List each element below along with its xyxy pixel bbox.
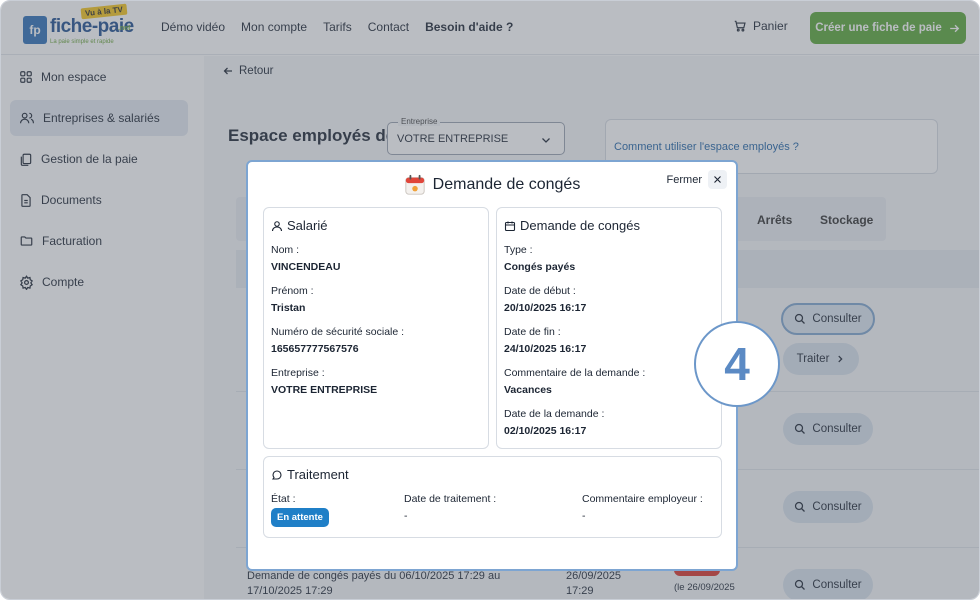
employee-last-name: VINCENDEAU — [271, 261, 341, 273]
field-label: Numéro de sécurité sociale : — [271, 326, 405, 338]
modal-title-text: Demande de congés — [432, 176, 581, 193]
employee-ssn: 165657777567576 — [271, 343, 359, 355]
field-label: Nom : — [271, 244, 300, 256]
request-card: Demande de congés Type : Congés payés Da… — [496, 207, 722, 449]
modal-title: Demande de congés — [248, 174, 736, 196]
request-comment: Vacances — [504, 384, 552, 396]
employee-card: Salarié Nom : VINCENDEAU Prénom : Trista… — [263, 207, 489, 449]
calendar-icon — [405, 174, 425, 195]
field-label: Commentaire de la demande : — [504, 367, 646, 379]
close-icon — [708, 170, 727, 189]
request-end-date: 24/10/2025 16:17 — [504, 343, 587, 355]
field-label: Date de fin : — [504, 326, 561, 338]
status-badge: En attente — [271, 508, 329, 527]
employer-comment-label: Commentaire employeur : — [582, 493, 703, 505]
calendar-outline-icon — [504, 221, 516, 231]
processing-date-value: - — [404, 510, 408, 522]
user-icon — [271, 220, 283, 231]
app-window: fp fiche-paie Vu à la TV .net La paie si… — [0, 0, 980, 600]
processing-date-label: Date de traitement : — [404, 493, 497, 505]
speech-bubble-icon — [271, 469, 282, 480]
field-label: Prénom : — [271, 285, 314, 297]
processing-card-heading: Traitement — [271, 467, 349, 482]
field-label: Date de la demande : — [504, 408, 605, 420]
close-button[interactable]: Fermer — [667, 170, 727, 189]
field-label: Entreprise : — [271, 367, 325, 379]
request-date-submitted: 02/10/2025 16:17 — [504, 425, 587, 437]
close-label: Fermer — [666, 173, 702, 186]
processing-card: Traitement État : En attente Date de tra… — [263, 456, 722, 538]
request-start-date: 20/10/2025 16:17 — [504, 302, 587, 314]
employee-card-heading: Salarié — [271, 218, 327, 233]
employee-first-name: Tristan — [271, 302, 306, 314]
field-label: Date de début : — [504, 285, 576, 297]
employee-card-title: Salarié — [287, 218, 328, 233]
processing-card-title: Traitement — [287, 467, 349, 482]
employer-comment-value: - — [582, 510, 586, 522]
request-card-heading: Demande de congés — [504, 218, 640, 233]
field-label: Type : — [504, 244, 533, 256]
step-number-badge: 4 — [694, 321, 780, 407]
leave-request-modal: Demande de congés Fermer Salarié Nom : V… — [246, 160, 738, 571]
request-type: Congés payés — [504, 261, 576, 273]
employee-company: VOTRE ENTREPRISE — [271, 384, 378, 396]
state-label: État : — [271, 493, 296, 505]
request-card-title: Demande de congés — [520, 218, 640, 233]
